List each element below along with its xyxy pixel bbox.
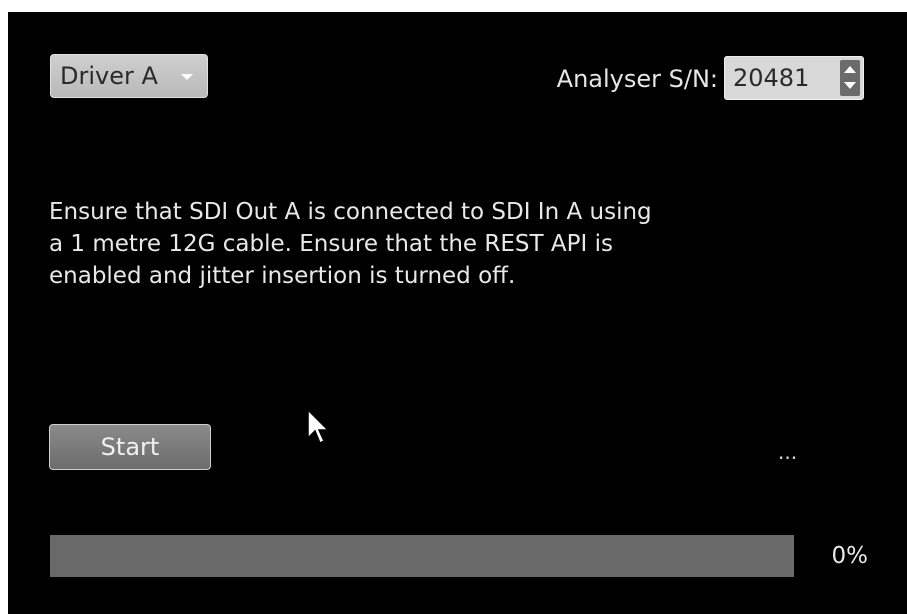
instructions-text: Ensure that SDI Out A is connected to SD… (49, 196, 749, 292)
chevron-down-icon (181, 74, 193, 80)
instruction-line: a 1 metre 12G cable. Ensure that the RES… (49, 231, 613, 257)
status-ellipsis: ... (778, 440, 798, 464)
progress-bar (50, 535, 794, 577)
sn-spinner[interactable] (840, 60, 860, 96)
start-button[interactable]: Start (49, 424, 211, 470)
progress-percent: 0% (831, 543, 869, 569)
analyser-sn-value[interactable]: 20481 (733, 57, 809, 99)
instruction-line: Ensure that SDI Out A is connected to SD… (49, 199, 652, 225)
analyser-sn-label: Analyser S/N: (556, 65, 718, 93)
driver-select[interactable]: Driver A (50, 54, 208, 98)
driver-select-value: Driver A (60, 62, 158, 90)
mouse-pointer-icon (307, 408, 330, 445)
spinner-up-icon[interactable] (844, 66, 856, 73)
spinner-down-icon[interactable] (844, 82, 856, 89)
analyser-panel: Driver A Analyser S/N: 20481 Ensure that… (8, 12, 907, 614)
instruction-line: enabled and jitter insertion is turned o… (49, 263, 516, 289)
analyser-sn-field[interactable]: 20481 (724, 56, 864, 100)
